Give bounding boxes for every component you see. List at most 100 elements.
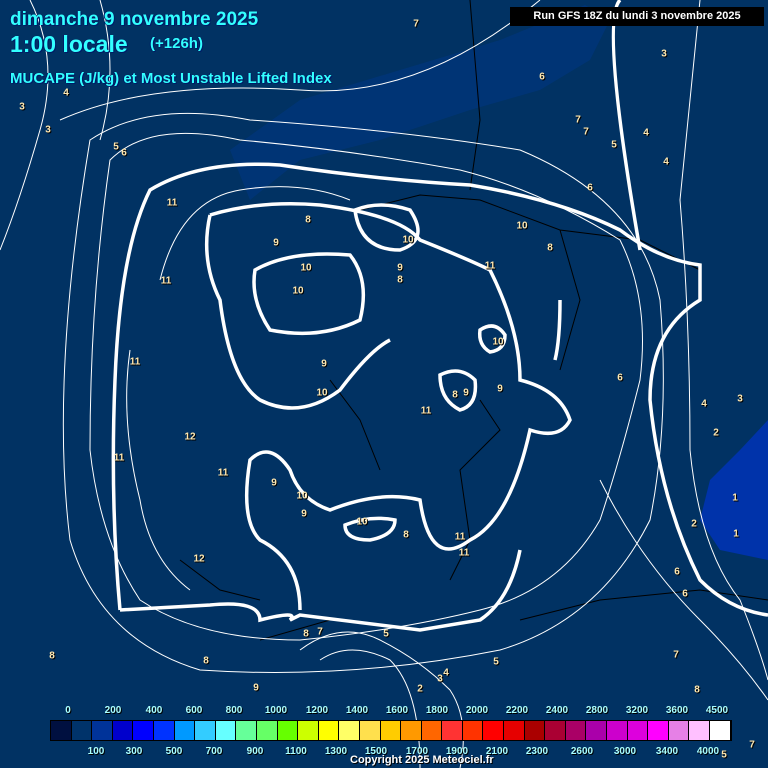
contour-label: 9 — [497, 383, 503, 395]
legend-swatch — [421, 721, 443, 740]
legend-swatch — [339, 721, 360, 740]
color-legend — [50, 720, 732, 741]
legend-swatch — [71, 721, 93, 740]
legend-swatch — [92, 721, 113, 740]
legend-swatch — [51, 721, 72, 740]
legend-swatch — [277, 721, 299, 740]
contour-label: 6 — [121, 147, 127, 159]
legend-label-bottom: 100 — [87, 746, 105, 757]
legend-label-top: 1000 — [264, 705, 288, 716]
copyright: Copyright 2025 Meteociel.fr — [350, 754, 494, 766]
legend-swatch — [133, 721, 154, 740]
contour-label: 3 — [437, 673, 443, 685]
contour-label: 9 — [301, 508, 307, 520]
legend-swatch — [174, 721, 196, 740]
legend-swatch — [195, 721, 216, 740]
contour-label: 10 — [300, 262, 312, 274]
legend-label-top: 600 — [185, 705, 203, 716]
legend-label-top: 200 — [104, 705, 122, 716]
contour-label: 4 — [701, 398, 707, 410]
legend-swatch — [565, 721, 587, 740]
legend-label-bottom: 900 — [246, 746, 264, 757]
contour-label: 9 — [271, 477, 277, 489]
contour-label: 5 — [383, 628, 389, 640]
contour-label: 11 — [420, 405, 432, 417]
forecast-date: dimanche 9 novembre 2025 — [10, 9, 259, 30]
contour-label: 11 — [458, 547, 470, 559]
legend-swatch — [462, 721, 484, 740]
contour-label: 12 — [184, 431, 196, 443]
contour-label: 9 — [463, 387, 469, 399]
legend-label-top: 0 — [65, 705, 71, 716]
legend-swatch — [112, 721, 134, 740]
map-layer — [0, 0, 768, 768]
legend-label-top: 1800 — [425, 705, 449, 716]
legend-label-bottom: 2600 — [570, 746, 594, 757]
legend-label-top: 2400 — [545, 705, 569, 716]
legend-swatch — [504, 721, 525, 740]
legend-swatch — [648, 721, 669, 740]
legend-swatch — [256, 721, 278, 740]
contour-label: 1 — [732, 492, 738, 504]
contour-label: 4 — [443, 667, 449, 679]
contour-label: 10 — [516, 220, 528, 232]
contour-label: 10 — [492, 336, 504, 348]
contour-label: 5 — [721, 749, 727, 761]
legend-swatch — [483, 721, 505, 740]
contour-label: 2 — [691, 518, 697, 530]
forecast-lead-time: (+126h) — [150, 35, 203, 52]
contour-label: 1 — [733, 528, 739, 540]
legend-swatch — [586, 721, 608, 740]
contour-label: 9 — [321, 358, 327, 370]
legend-swatch — [318, 721, 340, 740]
run-info: Run GFS 18Z du lundi 3 novembre 2025 — [510, 7, 764, 26]
legend-label-top: 800 — [225, 705, 243, 716]
legend-label-bottom: 3000 — [613, 746, 637, 757]
contour-label: 11 — [454, 531, 466, 543]
legend-swatch — [298, 721, 319, 740]
contour-label: 10 — [402, 234, 414, 246]
contour-label: 3 — [661, 48, 667, 60]
legend-label-bottom: 1100 — [285, 746, 307, 757]
contour-label: 8 — [452, 389, 458, 401]
contour-label: 2 — [713, 427, 719, 439]
legend-swatch — [545, 721, 566, 740]
contour-label: 6 — [674, 566, 680, 578]
contour-label: 8 — [397, 274, 403, 286]
contour-label: 11 — [160, 275, 172, 287]
legend-label-bottom: 700 — [205, 746, 223, 757]
legend-label-bottom: 4000 — [696, 746, 720, 757]
contour-label: 7 — [673, 649, 679, 661]
contour-label: 7 — [317, 626, 323, 638]
contour-label: 11 — [484, 260, 496, 272]
legend-label-bottom: 2300 — [525, 746, 549, 757]
contour-label: 3 — [737, 393, 743, 405]
contour-label: 9 — [273, 237, 279, 249]
contour-label: 8 — [203, 655, 209, 667]
forecast-time: 1:00 locale — [10, 31, 128, 57]
legend-label-bottom: 1300 — [324, 746, 348, 757]
contour-label: 4 — [643, 127, 649, 139]
legend-swatch — [689, 721, 710, 740]
contour-label: 5 — [493, 656, 499, 668]
contour-label: 7 — [749, 739, 755, 751]
legend-label-top: 1200 — [305, 705, 329, 716]
contour-label: 10 — [316, 387, 328, 399]
contour-label: 8 — [305, 214, 311, 226]
legend-swatch — [359, 721, 381, 740]
legend-swatch — [236, 721, 257, 740]
contour-label: 9 — [253, 682, 259, 694]
contour-label: 10 — [356, 516, 368, 528]
contour-label: 10 — [296, 490, 308, 502]
contour-label: 6 — [682, 588, 688, 600]
contour-label: 3 — [19, 101, 25, 113]
legend-label-bottom: 500 — [165, 746, 183, 757]
contour-label: 8 — [694, 684, 700, 696]
legend-label-bottom: 300 — [125, 746, 143, 757]
legend-swatch — [380, 721, 402, 740]
legend-label-top: 4500 — [705, 705, 729, 716]
legend-label-top: 2000 — [465, 705, 489, 716]
legend-swatch — [153, 721, 175, 740]
contour-label: 8 — [303, 628, 309, 640]
legend-label-top: 1400 — [345, 705, 369, 716]
